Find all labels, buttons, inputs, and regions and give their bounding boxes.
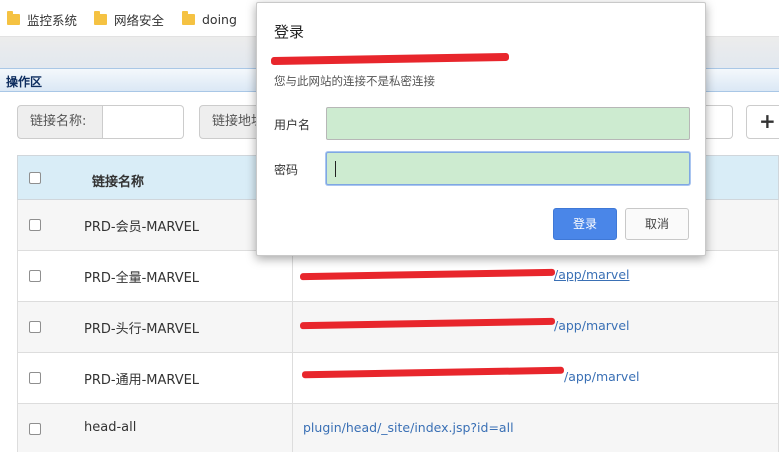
row-checkbox[interactable] (29, 270, 41, 282)
column-divider (292, 353, 293, 403)
row-name: PRD-通用-MARVEL (84, 373, 200, 388)
table-row: PRD-全量-MARVEL /app/marvel (17, 251, 779, 302)
table-row: PRD-头行-MARVEL /app/marvel (17, 302, 779, 353)
bookmark-monitoring[interactable]: 监控系统 (7, 10, 77, 28)
column-divider (292, 302, 293, 352)
redaction-mark (301, 366, 565, 379)
folder-icon (182, 10, 195, 25)
add-button[interactable]: + (746, 105, 779, 139)
plus-icon: + (759, 109, 776, 133)
row-checkbox[interactable] (29, 423, 41, 435)
redaction-mark (270, 52, 510, 66)
username-label: 用户名 (274, 118, 311, 132)
redaction-mark (299, 268, 556, 281)
row-name: head-all (84, 420, 137, 435)
password-label: 密码 (274, 163, 299, 177)
row-checkbox[interactable] (29, 321, 41, 333)
dialog-title: 登录 (274, 23, 305, 41)
password-field[interactable] (326, 152, 690, 185)
bookmark-doing[interactable]: doing (182, 10, 237, 28)
username-field[interactable] (326, 107, 690, 140)
table-row: PRD-通用-MARVEL /app/marvel (17, 353, 779, 404)
row-url-link[interactable]: /app/marvel (564, 369, 640, 384)
bookmark-label: 监控系统 (27, 12, 78, 28)
table-row: head-all plugin/head/_site/index.jsp?id=… (17, 404, 779, 452)
redaction-mark (299, 317, 556, 330)
name-label: 链接名称: (17, 105, 103, 139)
column-divider (292, 404, 293, 452)
login-dialog: 登录 您与此网站的连接不是私密连接 用户名 密码 登录 取消 (256, 2, 706, 256)
bookmark-label: doing (202, 11, 237, 27)
row-url-link[interactable]: /app/marvel (554, 267, 630, 282)
folder-icon (7, 10, 20, 25)
select-all-checkbox[interactable] (29, 172, 41, 184)
login-button[interactable]: 登录 (553, 208, 617, 240)
cancel-button[interactable]: 取消 (625, 208, 689, 240)
column-header-name: 链接名称 (92, 175, 145, 190)
folder-icon (94, 10, 107, 25)
dialog-subtitle: 您与此网站的连接不是私密连接 (274, 74, 435, 88)
panel-title: 操作区 (6, 75, 43, 89)
column-divider (292, 251, 293, 301)
bookmark-network-security[interactable]: 网络安全 (94, 10, 164, 28)
text-caret (335, 161, 336, 177)
row-checkbox[interactable] (29, 219, 41, 231)
row-name: PRD-头行-MARVEL (84, 322, 200, 337)
bookmark-label: 网络安全 (114, 12, 165, 28)
row-checkbox[interactable] (29, 372, 41, 384)
row-name: PRD-全量-MARVEL (84, 271, 200, 286)
row-url-link[interactable]: plugin/head/_site/index.jsp?id=all (303, 420, 514, 435)
name-input[interactable] (103, 105, 184, 139)
row-name: PRD-会员-MARVEL (84, 220, 200, 235)
row-url-link[interactable]: /app/marvel (554, 318, 630, 333)
